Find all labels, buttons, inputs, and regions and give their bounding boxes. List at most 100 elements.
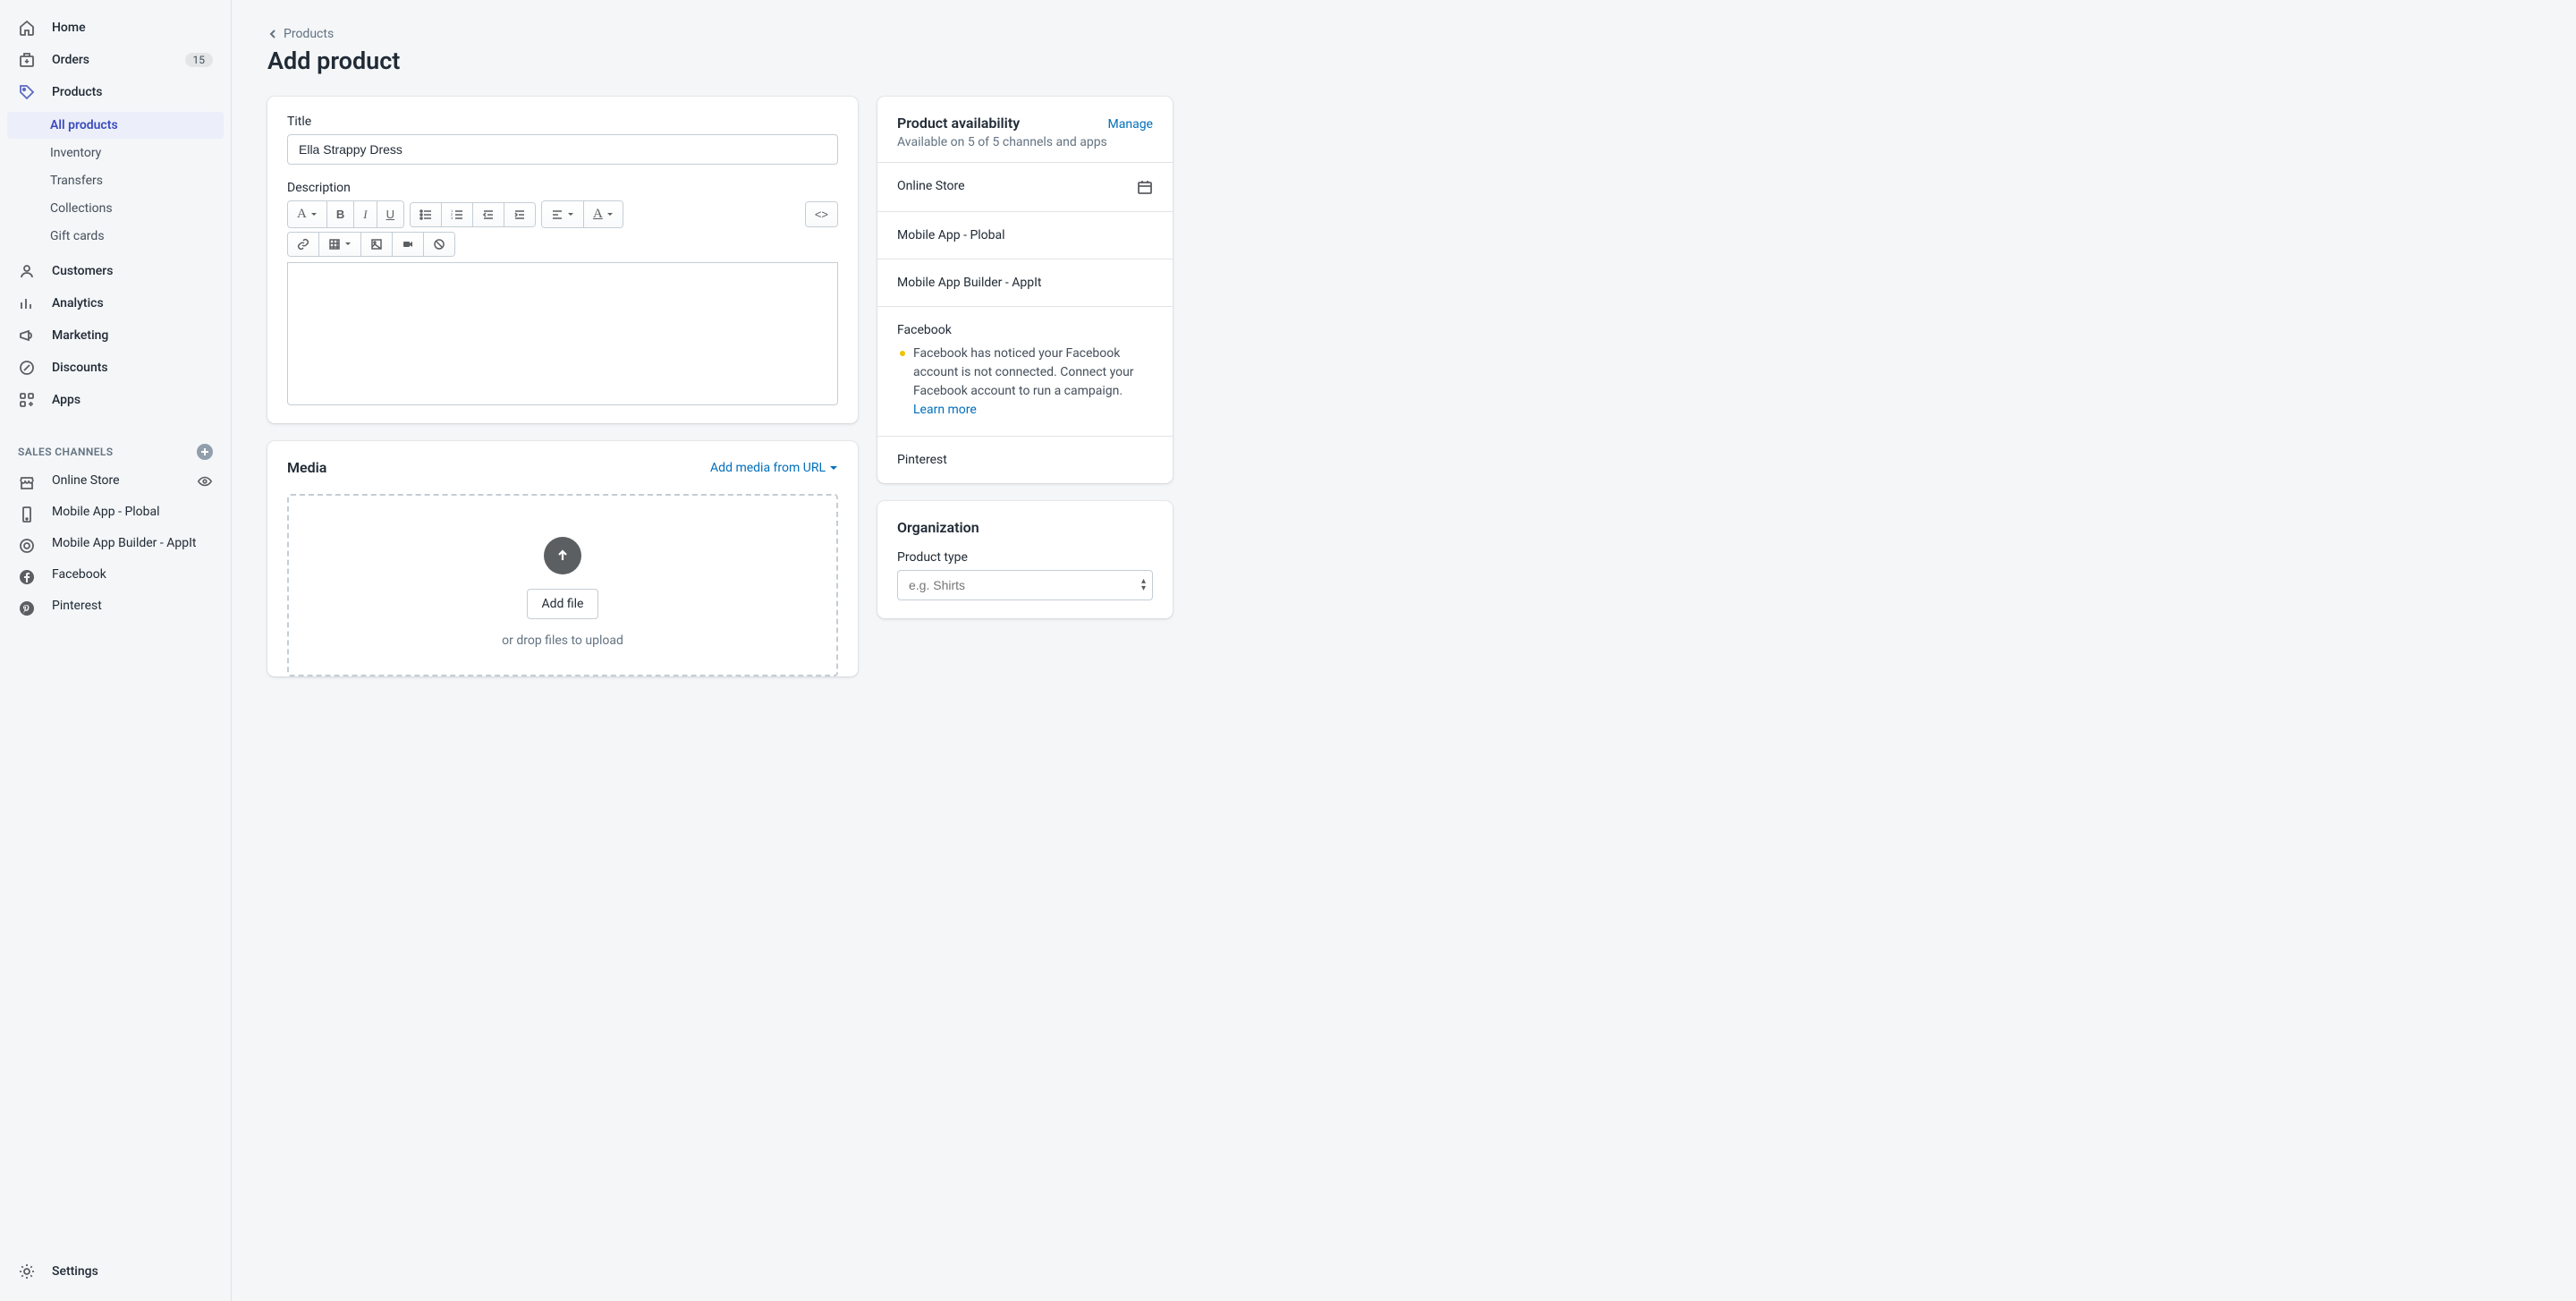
font-style-button[interactable]: A (288, 201, 327, 227)
nav-customers[interactable]: Customers (7, 256, 224, 286)
main-content: Products Add product Title Description A… (232, 0, 2576, 1301)
organization-title: Organization (897, 519, 1153, 536)
caret-down-icon (567, 211, 574, 218)
code-view-button[interactable]: <> (806, 202, 837, 226)
clear-format-button[interactable] (424, 233, 454, 256)
subnav-inventory[interactable]: Inventory (7, 140, 224, 166)
availability-title: Product availability (897, 115, 1020, 132)
nav-settings[interactable]: Settings (7, 1256, 224, 1287)
page-title: Add product (267, 47, 2540, 75)
pinterest-icon (18, 599, 36, 617)
underline-button[interactable]: U (377, 201, 403, 227)
channel-facebook[interactable]: Facebook (7, 561, 224, 592)
subnav-gift[interactable]: Gift cards (7, 223, 224, 250)
mobile-icon (18, 506, 36, 523)
nav-label: Discounts (52, 361, 108, 375)
organization-card: Organization Product type ▴▾ (877, 501, 1173, 618)
text-color-button[interactable]: A (584, 201, 623, 227)
nav-analytics[interactable]: Analytics (7, 288, 224, 319)
eye-icon[interactable] (197, 473, 213, 489)
bullet-list-button[interactable] (411, 203, 442, 226)
nav-orders[interactable]: Orders 15 (7, 45, 224, 75)
indent-button[interactable] (504, 203, 535, 226)
section-label: SALES CHANNELS (18, 446, 114, 458)
subnav-all-products[interactable]: All products (7, 112, 224, 139)
breadcrumb[interactable]: Products (267, 27, 2540, 41)
avail-facebook[interactable]: Facebook Facebook has noticed your Faceb… (877, 306, 1173, 436)
nav-products[interactable]: Products (7, 77, 224, 107)
nav-label: Settings (52, 1264, 98, 1279)
dropzone-hint: or drop files to upload (307, 633, 818, 648)
upload-icon (544, 537, 581, 574)
channel-pinterest[interactable]: Pinterest (7, 592, 224, 624)
product-details-card: Title Description A B I U (267, 97, 858, 423)
avail-plobal[interactable]: Mobile App - Plobal (877, 211, 1173, 259)
nav-label: Home (52, 21, 86, 35)
media-card: Media Add media from URL Add file or dro… (267, 441, 858, 676)
channel-plobal[interactable]: Mobile App - Plobal (7, 498, 224, 530)
channel-appit[interactable]: Mobile App Builder - AppIt (7, 530, 224, 561)
customers-icon (18, 262, 36, 280)
add-file-button[interactable]: Add file (527, 589, 599, 619)
nav-discounts[interactable]: Discounts (7, 353, 224, 383)
italic-button[interactable]: I (354, 201, 377, 227)
number-list-button[interactable]: 123 (442, 203, 473, 226)
facebook-warning: Facebook has noticed your Facebook accou… (897, 344, 1153, 420)
nav-marketing[interactable]: Marketing (7, 320, 224, 351)
outdent-button[interactable] (473, 203, 504, 226)
channel-online-store[interactable]: Online Store (7, 467, 224, 498)
title-label: Title (287, 115, 838, 129)
nav-label: Products (52, 85, 103, 99)
apps-icon (18, 391, 36, 409)
channel-label: Pinterest (52, 599, 102, 613)
avail-online-store[interactable]: Online Store (877, 162, 1173, 211)
channel-label: Mobile App Builder - AppIt (52, 536, 196, 550)
caret-down-icon (829, 463, 838, 472)
store-icon (18, 474, 36, 492)
home-icon (18, 19, 36, 37)
bold-button[interactable]: B (327, 201, 354, 227)
learn-more-link[interactable]: Learn more (913, 403, 977, 417)
channel-label: Facebook (52, 567, 106, 582)
products-subnav: All products Inventory Transfers Collect… (7, 111, 224, 251)
add-media-url-button[interactable]: Add media from URL (710, 461, 838, 475)
nav-label: Analytics (52, 296, 104, 310)
editor-toolbar: A B I U 123 (287, 200, 838, 228)
avail-appit[interactable]: Mobile App Builder - AppIt (877, 259, 1173, 306)
product-type-input[interactable] (897, 570, 1153, 600)
align-button[interactable] (542, 201, 584, 227)
chevron-left-icon (267, 29, 278, 39)
subnav-collections[interactable]: Collections (7, 195, 224, 222)
nav-label: Customers (52, 264, 113, 278)
table-button[interactable] (319, 233, 361, 256)
avail-pinterest[interactable]: Pinterest (877, 436, 1173, 483)
image-button[interactable] (361, 233, 393, 256)
title-input[interactable] (287, 134, 838, 165)
availability-subtext: Available on 5 of 5 channels and apps (897, 135, 1153, 149)
link-button[interactable] (288, 233, 319, 256)
media-dropzone[interactable]: Add file or drop files to upload (287, 494, 838, 676)
orders-icon (18, 51, 36, 69)
breadcrumb-label: Products (284, 27, 334, 41)
sales-channels-header: SALES CHANNELS (7, 435, 224, 467)
manage-link[interactable]: Manage (1108, 117, 1153, 132)
calendar-icon[interactable] (1137, 179, 1153, 195)
orders-badge: 15 (185, 53, 214, 67)
discount-icon (18, 359, 36, 377)
availability-card: Product availability Manage Available on… (877, 97, 1173, 483)
subnav-transfers[interactable]: Transfers (7, 167, 224, 194)
product-type-label: Product type (897, 550, 1153, 565)
target-icon (18, 537, 36, 555)
caret-down-icon (606, 211, 614, 218)
add-channel-button[interactable] (197, 444, 213, 460)
facebook-icon (18, 568, 36, 586)
nav-apps[interactable]: Apps (7, 385, 224, 415)
analytics-icon (18, 294, 36, 312)
description-label: Description (287, 181, 838, 195)
video-button[interactable] (393, 233, 424, 256)
nav-home[interactable]: Home (7, 13, 224, 43)
nav-label: Orders (52, 53, 89, 67)
channel-label: Mobile App - Plobal (52, 505, 160, 519)
description-editor[interactable] (287, 262, 838, 405)
tag-icon (18, 83, 36, 101)
